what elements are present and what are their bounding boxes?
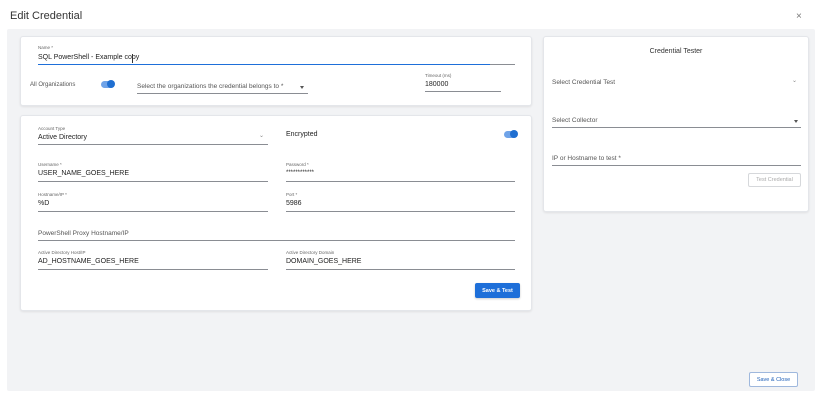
- username-underline: [38, 181, 268, 182]
- name-underline-focus: [38, 63, 490, 65]
- test-credential-button[interactable]: Test Credential: [748, 173, 801, 187]
- hostname-input[interactable]: %D: [38, 200, 49, 207]
- chevron-down-icon[interactable]: [300, 86, 304, 89]
- text-cursor: [132, 54, 133, 63]
- password-input[interactable]: ************: [286, 170, 314, 176]
- name-input[interactable]: SQL PowerShell - Example copy: [38, 54, 139, 61]
- hostname-label: Hostname/IP *: [38, 192, 67, 197]
- username-input[interactable]: USER_NAME_GOES_HERE: [38, 170, 129, 177]
- timeout-label: Timeout (ms): [425, 73, 452, 78]
- tester-title: Credential Tester: [649, 48, 703, 55]
- password-underline: [286, 181, 515, 182]
- ad-host-underline: [38, 269, 268, 270]
- proxy-underline: [38, 240, 515, 241]
- proxy-input[interactable]: PowerShell Proxy Hostname/IP: [38, 230, 129, 237]
- port-input[interactable]: 5986: [286, 200, 302, 207]
- caret-down-icon[interactable]: [794, 120, 798, 123]
- all-orgs-label: All Organizations: [30, 82, 76, 88]
- dialog-title: Edit Credential: [10, 10, 83, 22]
- ad-host-label: Active Directory Host/IP: [38, 250, 86, 255]
- collector-select[interactable]: Select Collector: [552, 117, 598, 124]
- port-underline: [286, 211, 515, 212]
- port-label: Port *: [286, 192, 298, 197]
- orgs-underline: [137, 93, 308, 94]
- all-orgs-toggle[interactable]: [101, 80, 115, 88]
- general-card: [20, 36, 532, 106]
- timeout-underline: [425, 91, 501, 92]
- ad-domain-input[interactable]: DOMAIN_GOES_HERE: [286, 258, 361, 265]
- account-type-label: Account Type: [38, 126, 66, 131]
- collector-underline: [552, 127, 801, 128]
- toggle-knob: [107, 80, 115, 88]
- save-close-button[interactable]: Save & Close: [749, 372, 798, 387]
- ad-domain-label: Active Directory Domain: [286, 250, 335, 255]
- ad-domain-underline: [286, 269, 515, 270]
- account-type-underline: [38, 144, 268, 145]
- name-label: Name *: [38, 45, 54, 50]
- timeout-input[interactable]: 180000: [425, 81, 448, 88]
- password-label: Password *: [286, 162, 309, 167]
- encrypted-label: Encrypted: [286, 131, 318, 138]
- encrypted-toggle[interactable]: [504, 130, 518, 138]
- orgs-select[interactable]: Select the organizations the credential …: [137, 83, 283, 90]
- ad-host-input[interactable]: AD_HOSTNAME_GOES_HERE: [38, 258, 139, 265]
- chevron-down-icon[interactable]: ⌄: [792, 77, 797, 84]
- close-icon[interactable]: ×: [796, 11, 802, 22]
- hostname-underline: [38, 211, 268, 212]
- save-test-button[interactable]: Save & Test: [475, 283, 520, 298]
- account-type-select[interactable]: Active Directory: [38, 134, 87, 141]
- chevron-down-icon[interactable]: ⌄: [259, 132, 264, 139]
- toggle-knob: [510, 130, 518, 138]
- username-label: Username *: [38, 162, 62, 167]
- credential-test-select[interactable]: Select Credential Test: [552, 79, 615, 86]
- ip-hostname-underline: [552, 165, 801, 166]
- ip-hostname-input[interactable]: IP or Hostname to test *: [552, 155, 621, 162]
